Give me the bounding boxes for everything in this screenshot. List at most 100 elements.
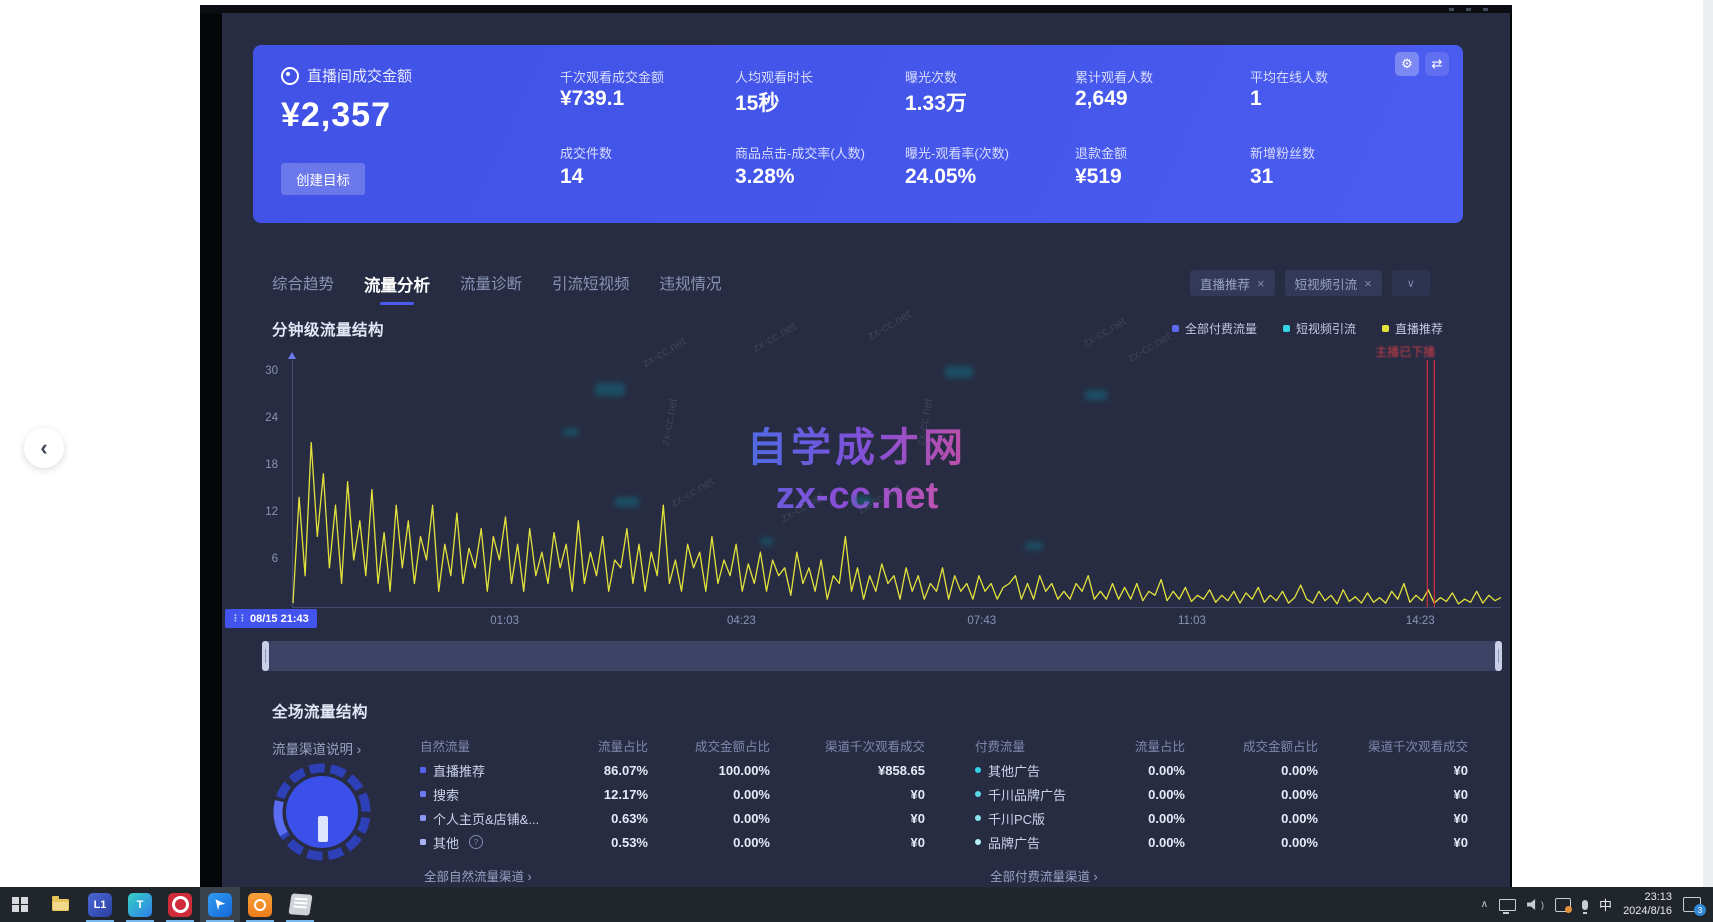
app-t-button[interactable]: T xyxy=(120,887,160,922)
date: 2024/8/16 xyxy=(1623,905,1672,919)
traffic-share: 86.07% xyxy=(570,763,648,778)
windows-taskbar: L1 T ∧ ) 中 23:13 2024/8/16 3 xyxy=(0,887,1713,922)
chart-legend: 全部付费流量 短视频引流 直播推荐 xyxy=(1031,320,1443,337)
analysis-tabs: 综合趋势 流量分析 流量诊断 引流短视频 违规情况 xyxy=(272,272,722,305)
tab-traffic-diagnosis[interactable]: 流量诊断 xyxy=(460,272,522,305)
volume-icon[interactable]: ) xyxy=(1527,898,1544,911)
x-tick-label: 11:03 xyxy=(1178,615,1206,627)
filter-chip-short-video[interactable]: 短视频引流 × xyxy=(1285,270,1382,296)
series-bullet xyxy=(420,791,426,797)
target-icon xyxy=(281,67,299,85)
arrow-right-icon: › xyxy=(1094,870,1098,884)
primary-metric-label: 直播间成交金额 xyxy=(307,65,412,86)
snip-tool-icon[interactable] xyxy=(1555,898,1571,912)
dashboard-video-frame: 直播间成交金额 ¥2,357 创建目标 千次观看成交金额 ¥739.1 成交件数… xyxy=(200,5,1512,887)
table-header: 付费流量 流量占比 成交金额占比 渠道千次观看成交 xyxy=(975,732,1468,758)
ime-indicator[interactable]: 中 xyxy=(1599,895,1612,914)
legend-short-video[interactable]: 短视频引流 xyxy=(1283,320,1356,337)
y-axis-ticks: 612182430 xyxy=(252,360,286,607)
series-bullet xyxy=(975,815,981,821)
filter-dropdown[interactable]: ∨ xyxy=(1392,270,1430,296)
watermark-tile: zx-cc.net xyxy=(865,307,914,343)
x-tick-label: 07:43 xyxy=(967,615,996,627)
per-mille-gmv: ¥0 xyxy=(1318,835,1468,850)
create-goal-button[interactable]: 创建目标 xyxy=(281,163,365,195)
app-t-icon: T xyxy=(128,893,152,917)
tab-violations[interactable]: 违规情况 xyxy=(660,272,722,305)
start-button[interactable] xyxy=(0,887,40,922)
metric-label: 曝光次数 xyxy=(905,67,957,86)
x-axis-highlight[interactable]: ⋮⋮ 08/15 21:43 xyxy=(225,609,317,628)
metric-value: 14 xyxy=(560,165,583,189)
slider-handle-left[interactable] xyxy=(262,641,269,671)
series-bullet xyxy=(420,839,426,845)
arrow-right-icon: › xyxy=(528,870,532,884)
table-row: 搜索 12.17% 0.00% ¥0 xyxy=(420,782,925,806)
legend-paid-traffic[interactable]: 全部付费流量 xyxy=(1172,320,1257,337)
datazoom-slider[interactable] xyxy=(262,641,1502,671)
metric-value: 1.33万 xyxy=(905,87,967,117)
back-button[interactable]: ‹ xyxy=(24,428,64,468)
microphone-icon[interactable] xyxy=(1582,900,1588,910)
traffic-donut-chart[interactable] xyxy=(268,758,376,866)
info-icon[interactable]: ? xyxy=(469,835,483,849)
minute-traffic-chart[interactable]: 主播已下播 xyxy=(292,360,1501,608)
per-mille-gmv: ¥0 xyxy=(1318,811,1468,826)
slider-handle-right[interactable] xyxy=(1495,641,1502,671)
app-o-button[interactable] xyxy=(160,887,200,922)
traffic-share: 0.00% xyxy=(1110,835,1185,850)
metric-value: 24.05% xyxy=(905,165,976,189)
metric-label: 平均在线人数 xyxy=(1250,67,1328,86)
metric-column: 千次观看成交金额 ¥739.1 成交件数 14 xyxy=(560,45,730,223)
gmv-share: 0.00% xyxy=(648,835,770,850)
app-l1-button[interactable]: L1 xyxy=(80,887,120,922)
metric-label: 退款金额 xyxy=(1075,143,1127,162)
filter-chip-live-recommend[interactable]: 直播推荐 × xyxy=(1190,270,1275,296)
notification-center-icon[interactable]: 3 xyxy=(1683,897,1701,912)
traffic-share: 0.00% xyxy=(1110,811,1185,826)
orange-app-icon xyxy=(248,893,272,917)
gmv-share: 100.00% xyxy=(648,763,770,778)
y-tick-label: 18 xyxy=(265,459,278,471)
all-paid-channels-link[interactable]: 全部付费流量渠道 › xyxy=(990,866,1098,885)
app-orange-button[interactable] xyxy=(240,887,280,922)
metric-value: ¥519 xyxy=(1075,165,1122,189)
arrow-right-icon: › xyxy=(357,742,362,757)
tab-traffic-analysis[interactable]: 流量分析 xyxy=(364,272,430,305)
table-row: 品牌广告 0.00% 0.00% ¥0 xyxy=(975,830,1468,854)
x-tick-label: 14:23 xyxy=(1406,615,1435,627)
legend-live-recommend[interactable]: 直播推荐 xyxy=(1382,320,1443,337)
donut-slice-tag xyxy=(318,816,328,842)
metric-column: 曝光次数 1.33万 曝光-观看率(次数) 24.05% xyxy=(905,45,1075,223)
metric-value: ¥739.1 xyxy=(560,87,624,111)
watermark-tile: zx-cc.net xyxy=(750,319,799,355)
gmv-share: 0.00% xyxy=(648,787,770,802)
per-mille-gmv: ¥0 xyxy=(1318,763,1468,778)
close-icon[interactable]: × xyxy=(1257,276,1265,291)
taskbar-clock[interactable]: 23:13 2024/8/16 xyxy=(1623,891,1672,919)
gmv-share: 0.00% xyxy=(1185,787,1318,802)
file-explorer-button[interactable] xyxy=(40,887,80,922)
app-pointer-button[interactable] xyxy=(200,887,240,922)
app-notepad-button[interactable] xyxy=(280,887,320,922)
traffic-share: 12.17% xyxy=(570,787,648,802)
hidden-icons-chevron[interactable]: ∧ xyxy=(1481,899,1488,910)
tab-overall-trend[interactable]: 综合趋势 xyxy=(272,272,334,305)
all-natural-channels-link[interactable]: 全部自然流量渠道 › xyxy=(424,866,532,885)
stream-end-marker-label: 主播已下播 xyxy=(1375,343,1435,360)
network-icon[interactable] xyxy=(1499,899,1516,911)
metric-label: 曝光-观看率(次数) xyxy=(905,143,1009,162)
metric-label: 商品点击-成交率(人数) xyxy=(735,143,865,162)
gmv-share: 0.00% xyxy=(1185,835,1318,850)
close-icon[interactable]: × xyxy=(1364,276,1372,291)
channel-help-link[interactable]: 流量渠道说明 › xyxy=(272,738,361,758)
page-scrollbar[interactable] xyxy=(1703,0,1713,887)
settings-gear-icon[interactable]: ⚙ xyxy=(1395,52,1419,76)
y-axis-arrow xyxy=(288,352,296,359)
tab-short-video[interactable]: 引流短视频 xyxy=(552,272,630,305)
swap-icon[interactable]: ⇄ xyxy=(1425,52,1449,76)
primary-metric: 直播间成交金额 ¥2,357 xyxy=(281,65,412,135)
series-bullet xyxy=(420,767,426,773)
windows-logo-icon xyxy=(12,897,28,913)
kpi-banner: 直播间成交金额 ¥2,357 创建目标 千次观看成交金额 ¥739.1 成交件数… xyxy=(253,45,1463,223)
